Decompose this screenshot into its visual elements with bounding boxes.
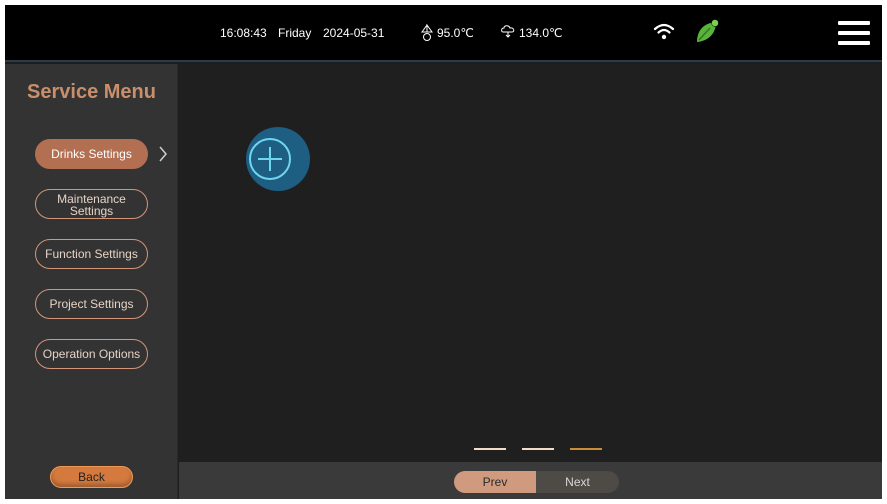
status-bar: 16:08:43 Friday 2024-05-31 95.0℃ 134.0℃ [5, 5, 882, 62]
hamburger-menu-icon[interactable] [838, 19, 870, 47]
clock-day: Friday [278, 26, 312, 40]
temperature-2: 134.0℃ [519, 26, 563, 40]
sidebar-item-operation-options[interactable]: Operation Options [35, 339, 148, 369]
plus-circle-icon [249, 138, 291, 180]
wifi-icon [653, 23, 675, 40]
back-button[interactable]: Back [50, 466, 133, 488]
sidebar-item-project-settings[interactable]: Project Settings [35, 289, 148, 319]
clock-time: 16:08:43 [220, 26, 267, 40]
sidebar-item-maintenance-settings[interactable]: Maintenance Settings [35, 189, 148, 219]
page-indicator-1 [474, 448, 506, 450]
sidebar-item-drinks-settings[interactable]: Drinks Settings [35, 139, 148, 169]
sidebar-title: Service Menu [27, 81, 156, 103]
page-indicator-3 [570, 448, 602, 450]
add-drink-button[interactable] [246, 127, 310, 191]
temperature-1: 95.0℃ [437, 26, 474, 40]
next-button[interactable]: Next [536, 471, 619, 493]
page-indicator-2 [522, 448, 554, 450]
prev-button[interactable]: Prev [454, 471, 536, 493]
sidebar-item-function-settings[interactable]: Function Settings [35, 239, 148, 269]
sidebar: Service Menu Drinks Settings Maintenance… [5, 64, 178, 499]
pager: Prev Next [454, 471, 619, 493]
screen: 16:08:43 Friday 2024-05-31 95.0℃ 134.0℃ [5, 5, 882, 499]
thermometer-icon [421, 24, 433, 41]
chevron-right-icon [159, 146, 167, 162]
clock-date: 2024-05-31 [323, 26, 385, 40]
steam-icon [501, 25, 515, 38]
main-content [179, 64, 882, 462]
pagination-bar: Prev Next [179, 462, 882, 499]
leaf-icon [697, 19, 719, 42]
